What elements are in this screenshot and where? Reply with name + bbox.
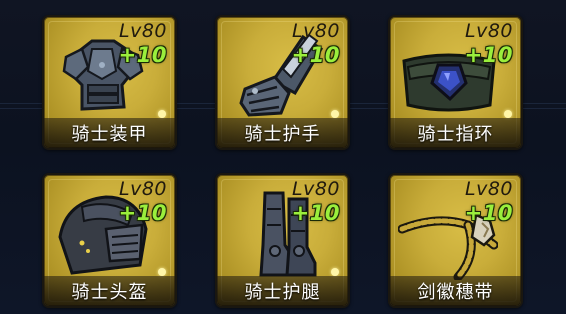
level-label: Lv80 xyxy=(464,20,513,42)
enhance-level: +10 xyxy=(464,43,513,67)
item-name-bar: 骑士头盔 xyxy=(44,276,175,306)
item-name: 骑士指环 xyxy=(417,124,494,145)
enhance-level: +10 xyxy=(118,43,167,67)
item-name: 骑士护腿 xyxy=(244,282,321,303)
item-name: 骑士装甲 xyxy=(71,124,148,145)
level-label: Lv80 xyxy=(118,178,167,200)
equipment-card-tassel[interactable]: Lv80 +10 剑徽穗带 xyxy=(388,173,523,308)
level-label: Lv80 xyxy=(118,20,167,42)
enhance-level: +10 xyxy=(464,201,513,225)
item-name: 骑士护手 xyxy=(244,124,321,145)
item-name-bar: 骑士装甲 xyxy=(44,118,175,148)
equipment-card-helmet[interactable]: Lv80 +10 骑士头盔 xyxy=(42,173,177,308)
status-dot xyxy=(331,268,339,276)
item-name-bar: 剑徽穗带 xyxy=(390,276,521,306)
item-name-bar: 骑士护手 xyxy=(217,118,348,148)
equipment-card-greaves[interactable]: Lv80 +10 骑士护腿 xyxy=(215,173,350,308)
equipment-card-ring[interactable]: Lv80 +10 骑士指环 xyxy=(388,15,523,150)
enhance-level: +10 xyxy=(291,43,340,67)
enhance-level: +10 xyxy=(291,201,340,225)
equipment-card-armor[interactable]: Lv80 +10 骑士装甲 xyxy=(42,15,177,150)
status-dot xyxy=(331,110,339,118)
equipment-grid: Lv80 +10 骑士装甲 Lv80 +10 骑士护手 Lv80 +10 骑士指… xyxy=(42,15,523,308)
enhance-level: +10 xyxy=(118,201,167,225)
status-dot xyxy=(158,110,166,118)
status-dot xyxy=(504,110,512,118)
item-name-bar: 骑士指环 xyxy=(390,118,521,148)
item-name: 骑士头盔 xyxy=(71,282,148,303)
equipment-card-gauntlet[interactable]: Lv80 +10 骑士护手 xyxy=(215,15,350,150)
status-dot xyxy=(158,268,166,276)
level-label: Lv80 xyxy=(464,178,513,200)
item-name: 剑徽穗带 xyxy=(417,282,494,303)
level-label: Lv80 xyxy=(291,20,340,42)
level-label: Lv80 xyxy=(291,178,340,200)
item-name-bar: 骑士护腿 xyxy=(217,276,348,306)
